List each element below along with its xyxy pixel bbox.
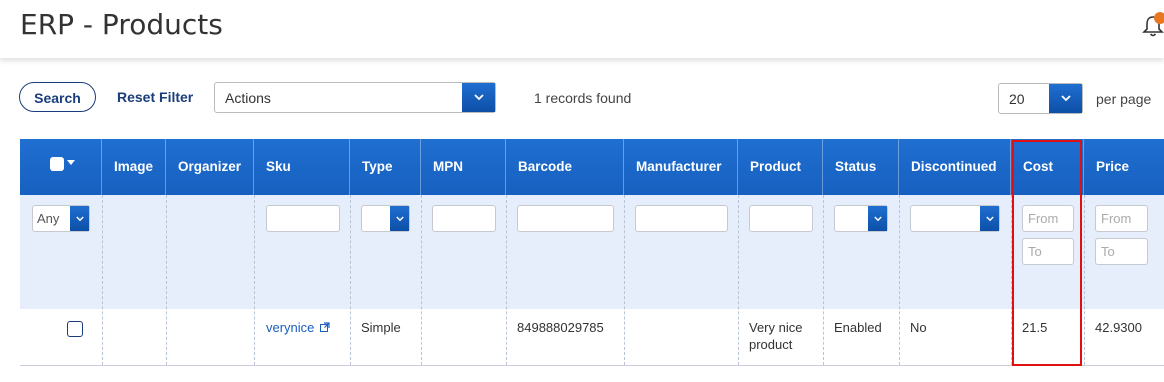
chevron-down-icon[interactable] <box>462 83 495 112</box>
column-header-organizer[interactable]: Organizer <box>166 139 254 195</box>
products-grid: Image Organizer Sku Type MPN Barcode Man… <box>20 139 1164 366</box>
price-to-placeholder: To <box>1101 244 1115 259</box>
column-header-product[interactable]: Product <box>738 139 823 195</box>
product-name-line2: product <box>749 337 793 352</box>
select-all-checkbox[interactable] <box>50 157 64 171</box>
external-link-icon[interactable] <box>320 322 330 332</box>
mpn-filter-input[interactable] <box>432 205 496 232</box>
product-filter-input[interactable] <box>749 205 813 232</box>
per-page-select[interactable]: 20 <box>998 83 1083 114</box>
per-page-value: 20 <box>1009 91 1025 107</box>
caret-down-icon[interactable] <box>67 160 75 165</box>
select-all-column[interactable] <box>20 139 102 195</box>
column-divider <box>738 195 739 365</box>
actions-select-value: Actions <box>225 90 271 106</box>
column-divider <box>350 195 351 365</box>
sku-link[interactable]: verynice <box>266 320 314 335</box>
column-divider <box>421 195 422 365</box>
column-header-barcode[interactable]: Barcode <box>506 139 624 195</box>
page-header: ERP - Products <box>0 0 1164 58</box>
column-divider <box>899 195 900 365</box>
manufacturer-filter-input[interactable] <box>635 205 728 232</box>
product-name-line1: Very nice <box>749 320 803 335</box>
price-from-input[interactable]: From <box>1095 205 1148 232</box>
column-header-status[interactable]: Status <box>823 139 899 195</box>
column-divider <box>506 195 507 365</box>
column-header-image[interactable]: Image <box>102 139 166 195</box>
column-divider <box>166 195 167 365</box>
column-header-mpn[interactable]: MPN <box>421 139 506 195</box>
chevron-down-icon[interactable] <box>70 206 89 231</box>
status-cell: Enabled <box>834 320 882 335</box>
column-header-price[interactable]: Price <box>1084 139 1164 195</box>
column-divider <box>102 195 103 365</box>
type-cell: Simple <box>361 320 401 335</box>
price-from-placeholder: From <box>1101 211 1132 226</box>
actions-select[interactable]: Actions <box>214 82 496 113</box>
cost-column-highlight <box>1012 140 1082 366</box>
grid-header: Image Organizer Sku Type MPN Barcode Man… <box>20 139 1164 195</box>
select-filter-value: Any <box>37 211 60 226</box>
column-divider <box>1084 195 1085 365</box>
column-divider <box>624 195 625 365</box>
column-header-discontinued[interactable]: Discontinued <box>899 139 1011 195</box>
row-checkbox[interactable] <box>67 321 83 337</box>
notification-badge <box>1154 12 1164 24</box>
chevron-down-icon[interactable] <box>980 206 999 231</box>
table-row[interactable] <box>20 309 1164 366</box>
records-count: 1 records found <box>534 90 632 106</box>
price-cell: 42.9300 <box>1095 320 1142 335</box>
type-filter-select[interactable] <box>361 205 410 232</box>
price-to-input[interactable]: To <box>1095 238 1148 265</box>
sku-filter-input[interactable] <box>266 205 340 232</box>
column-divider <box>823 195 824 365</box>
page-title: ERP - Products <box>20 8 223 41</box>
column-header-sku[interactable]: Sku <box>254 139 350 195</box>
select-filter[interactable]: Any <box>32 205 90 232</box>
reset-filter-button[interactable]: Reset Filter <box>117 89 193 105</box>
sku-cell[interactable]: verynice <box>266 319 330 336</box>
column-header-manufacturer[interactable]: Manufacturer <box>624 139 738 195</box>
barcode-cell: 849888029785 <box>517 320 604 335</box>
chevron-down-icon[interactable] <box>390 206 409 231</box>
barcode-filter-input[interactable] <box>517 205 614 232</box>
column-divider <box>254 195 255 365</box>
filter-row: Any From To From To <box>20 195 1164 309</box>
discontinued-filter-select[interactable] <box>910 205 1000 232</box>
per-page-label: per page <box>1096 91 1152 107</box>
column-header-type[interactable]: Type <box>350 139 421 195</box>
product-cell: Very nice product <box>749 319 802 353</box>
search-button[interactable]: Search <box>19 82 96 112</box>
status-filter-select[interactable] <box>834 205 888 232</box>
chevron-down-icon[interactable] <box>868 206 887 231</box>
discontinued-cell: No <box>910 320 927 335</box>
chevron-down-icon[interactable] <box>1049 84 1082 113</box>
